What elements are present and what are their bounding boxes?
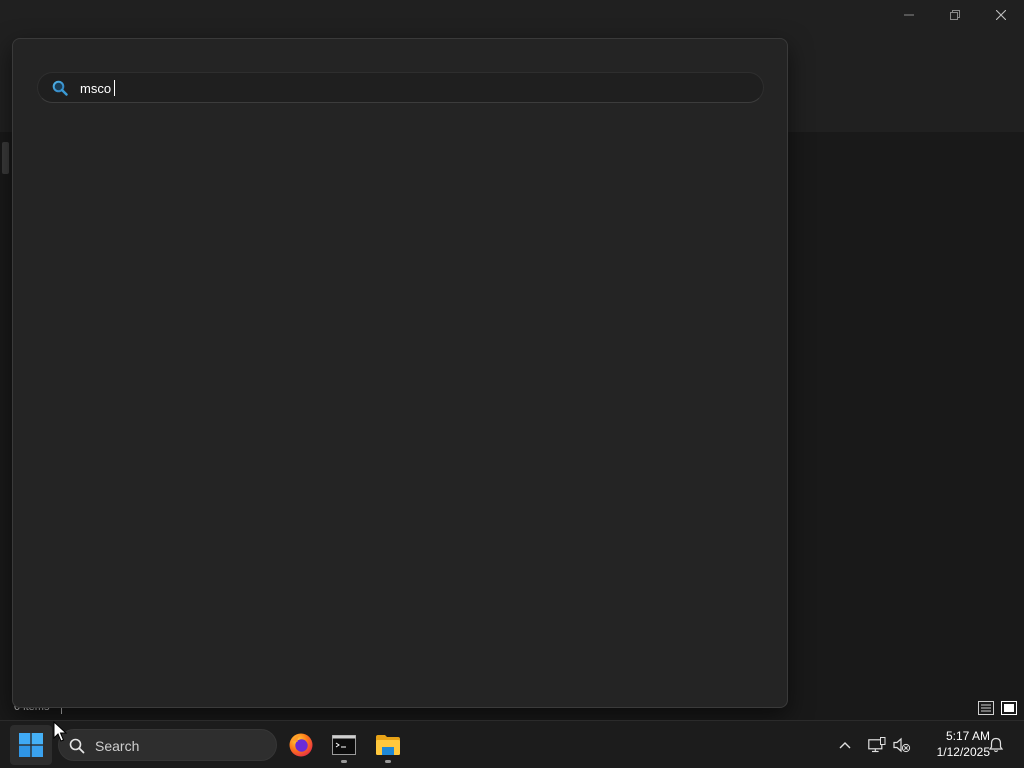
details-view-icon <box>978 701 994 715</box>
clock-time: 5:17 AM <box>945 729 990 743</box>
restore-icon <box>950 10 960 20</box>
text-caret <box>114 80 115 96</box>
terminal-icon <box>332 735 356 755</box>
close-button[interactable] <box>978 0 1024 30</box>
search-input[interactable] <box>80 79 740 97</box>
system-clock[interactable]: 5:17 AM 1/12/2025 <box>918 728 990 760</box>
clock-date: 1/12/2025 <box>936 745 990 759</box>
taskbar-app-terminal[interactable] <box>324 725 364 765</box>
close-icon <box>996 10 1006 20</box>
restore-button[interactable] <box>932 0 978 30</box>
mouse-pointer-icon <box>53 721 67 742</box>
network-icon <box>868 737 886 753</box>
taskbar-search-box[interactable]: Search <box>58 729 277 761</box>
taskbar-app-firefox[interactable] <box>281 725 321 765</box>
windows-logo-icon <box>19 733 43 757</box>
window-controls <box>886 0 1024 30</box>
network-tray-button[interactable] <box>865 733 889 757</box>
minimize-button[interactable] <box>886 0 932 30</box>
search-box[interactable] <box>37 72 764 103</box>
taskbar: Search 5:17 AM 1/12/2025 <box>0 720 1024 768</box>
minimize-icon <box>904 14 914 16</box>
volume-tray-button[interactable] <box>890 733 914 757</box>
details-view-button[interactable] <box>977 699 995 717</box>
search-flyout <box>12 38 788 708</box>
search-icon <box>52 80 68 96</box>
running-indicator <box>341 760 347 763</box>
notification-center-button[interactable] <box>984 733 1008 757</box>
chevron-up-icon <box>839 742 851 749</box>
file-explorer-icon <box>376 735 400 755</box>
taskbar-search-label: Search <box>95 738 140 754</box>
nav-pane-scrollbar[interactable] <box>2 142 9 174</box>
volume-muted-icon <box>893 737 911 753</box>
start-button[interactable] <box>10 725 52 765</box>
show-hidden-icons-button[interactable] <box>833 733 857 757</box>
firefox-icon <box>289 733 313 757</box>
bell-icon <box>988 737 1004 753</box>
large-icons-view-button[interactable] <box>1000 699 1018 717</box>
large-icons-view-icon <box>1001 701 1017 715</box>
running-indicator <box>385 760 391 763</box>
taskbar-app-file-explorer[interactable] <box>368 725 408 765</box>
taskbar-search-icon <box>69 738 85 754</box>
